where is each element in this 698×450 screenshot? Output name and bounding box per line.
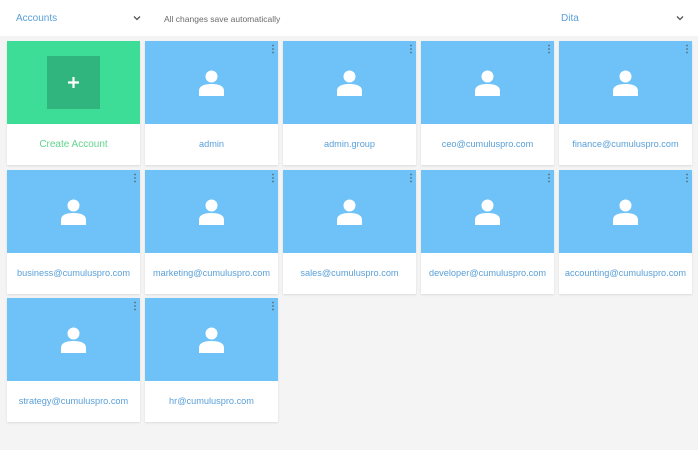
account-label: sales@cumuluspro.com bbox=[300, 268, 399, 278]
create-account-thumb bbox=[7, 41, 140, 124]
user-icon bbox=[612, 69, 639, 96]
account-label: business@cumuluspro.com bbox=[17, 268, 130, 278]
accounts-dropdown-label: Accounts bbox=[16, 13, 58, 24]
account-card[interactable]: accounting@cumuluspro.com bbox=[559, 170, 692, 294]
account-label: ceo@cumuluspro.com bbox=[441, 139, 534, 149]
user-icon bbox=[198, 69, 225, 96]
top-bar: Accounts All changes save automatically … bbox=[0, 0, 698, 36]
account-card[interactable]: admin bbox=[145, 41, 278, 165]
account-label: finance@cumuluspro.com bbox=[572, 139, 679, 149]
more-vertical-icon[interactable] bbox=[409, 173, 413, 183]
user-icon bbox=[60, 198, 87, 225]
user-icon bbox=[336, 198, 363, 225]
plus-icon bbox=[47, 56, 100, 109]
more-vertical-icon[interactable] bbox=[133, 301, 137, 311]
more-vertical-icon[interactable] bbox=[271, 44, 275, 54]
account-card[interactable]: strategy@cumuluspro.com bbox=[7, 298, 140, 422]
user-icon bbox=[198, 326, 225, 353]
account-thumb bbox=[559, 41, 692, 124]
user-icon bbox=[60, 326, 87, 353]
account-card[interactable]: hr@cumuluspro.com bbox=[145, 298, 278, 422]
user-icon bbox=[474, 198, 501, 225]
account-thumb bbox=[283, 41, 416, 124]
account-card[interactable]: ceo@cumuluspro.com bbox=[421, 41, 554, 165]
user-icon bbox=[612, 198, 639, 225]
account-thumb bbox=[7, 298, 140, 381]
create-account-card[interactable]: Create Account bbox=[7, 41, 140, 165]
more-vertical-icon[interactable] bbox=[133, 173, 137, 183]
more-vertical-icon[interactable] bbox=[409, 44, 413, 54]
account-label: hr@cumuluspro.com bbox=[169, 396, 254, 406]
more-vertical-icon[interactable] bbox=[547, 173, 551, 183]
account-thumb bbox=[421, 41, 554, 124]
account-card[interactable]: business@cumuluspro.com bbox=[7, 170, 140, 294]
account-label: strategy@cumuluspro.com bbox=[18, 396, 129, 406]
account-thumb bbox=[559, 170, 692, 253]
accounts-dropdown[interactable]: Accounts bbox=[16, 12, 144, 26]
account-label: marketing@cumuluspro.com bbox=[152, 268, 271, 278]
more-vertical-icon[interactable] bbox=[271, 301, 275, 311]
account-thumb bbox=[283, 170, 416, 253]
account-card[interactable]: marketing@cumuluspro.com bbox=[145, 170, 278, 294]
more-vertical-icon[interactable] bbox=[547, 44, 551, 54]
account-card[interactable]: admin.group bbox=[283, 41, 416, 165]
account-label: admin bbox=[198, 139, 225, 149]
user-dropdown[interactable]: Dita bbox=[561, 12, 687, 26]
save-status: All changes save automatically bbox=[164, 14, 281, 24]
more-vertical-icon[interactable] bbox=[271, 173, 275, 183]
chevron-down-icon bbox=[675, 13, 685, 23]
user-icon bbox=[336, 69, 363, 96]
account-label: developer@cumuluspro.com bbox=[428, 268, 547, 278]
user-icon bbox=[474, 69, 501, 96]
user-dropdown-label: Dita bbox=[561, 13, 579, 24]
account-thumb bbox=[421, 170, 554, 253]
account-label: admin.group bbox=[323, 139, 376, 149]
account-thumb bbox=[145, 298, 278, 381]
account-label: accounting@cumuluspro.com bbox=[564, 268, 687, 278]
account-thumb bbox=[145, 41, 278, 124]
more-vertical-icon[interactable] bbox=[685, 44, 689, 54]
user-icon bbox=[198, 198, 225, 225]
chevron-down-icon bbox=[132, 13, 142, 23]
account-card[interactable]: developer@cumuluspro.com bbox=[421, 170, 554, 294]
create-account-label: Create Account bbox=[39, 139, 108, 150]
account-thumb bbox=[145, 170, 278, 253]
account-card[interactable]: finance@cumuluspro.com bbox=[559, 41, 692, 165]
more-vertical-icon[interactable] bbox=[685, 173, 689, 183]
account-card[interactable]: sales@cumuluspro.com bbox=[283, 170, 416, 294]
account-thumb bbox=[7, 170, 140, 253]
